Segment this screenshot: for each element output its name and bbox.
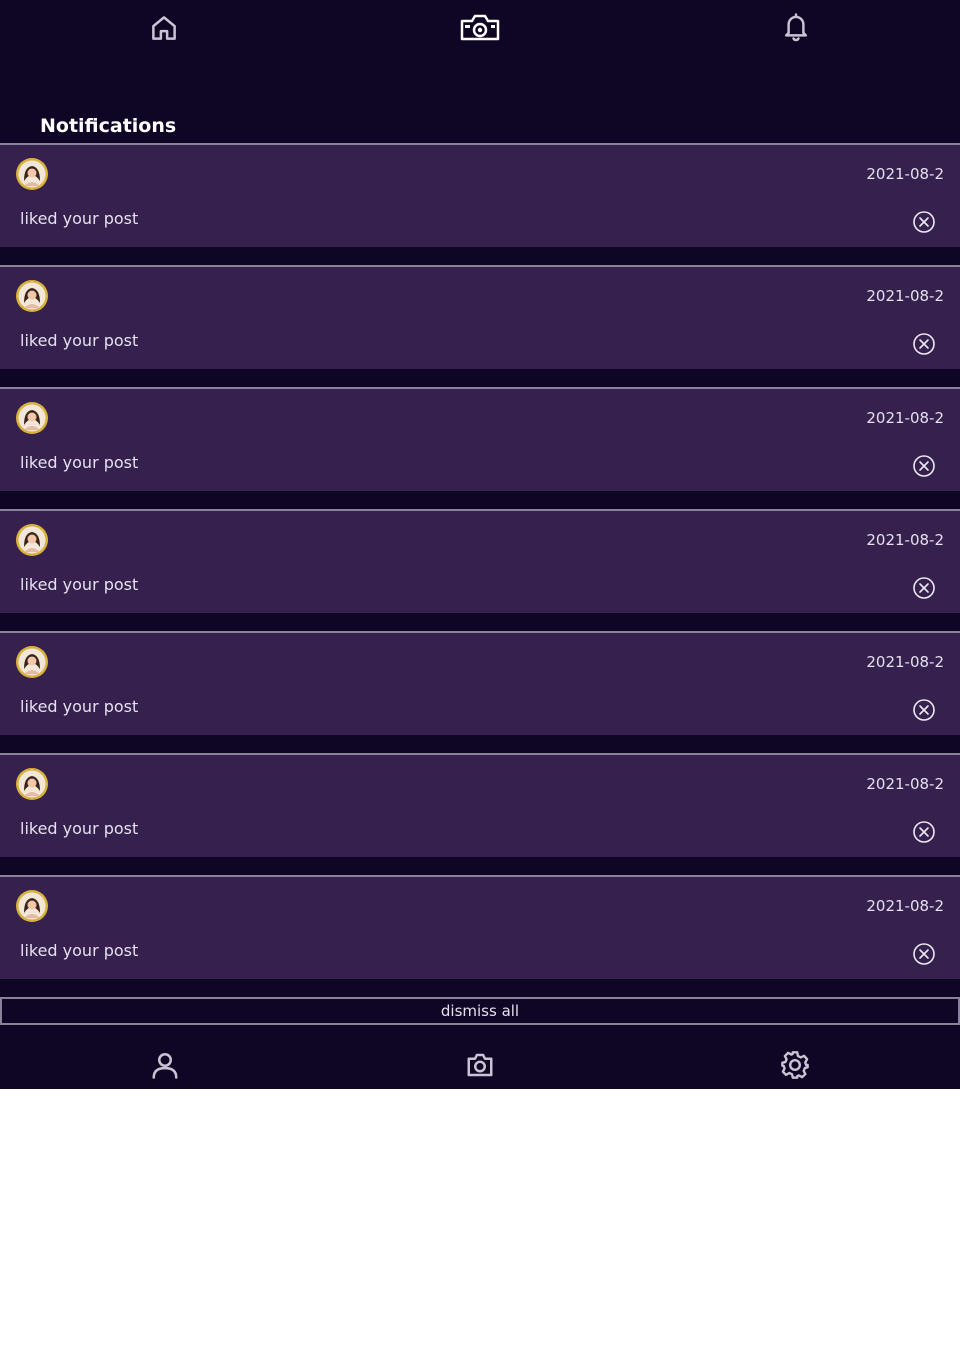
notification-card[interactable]: 2021-08-2 liked your post — [0, 143, 960, 247]
gear-icon[interactable] — [779, 1049, 811, 1081]
notification-text: liked your post — [20, 819, 139, 838]
page-title: Notifications — [40, 115, 177, 137]
close-icon[interactable] — [912, 698, 936, 722]
notification-text: liked your post — [20, 575, 139, 594]
camera-logo-icon[interactable] — [459, 14, 501, 42]
notification-date: 2021-08-2 — [866, 409, 944, 427]
notification-text: liked your post — [20, 941, 139, 960]
close-icon[interactable] — [912, 820, 936, 844]
notification-date: 2021-08-2 — [866, 287, 944, 305]
notification-date: 2021-08-2 — [866, 531, 944, 549]
notification-card[interactable]: 2021-08-2 liked your post — [0, 387, 960, 491]
user-icon[interactable] — [150, 1050, 180, 1080]
notification-text: liked your post — [20, 209, 139, 228]
close-icon[interactable] — [912, 210, 936, 234]
notification-text: liked your post — [20, 331, 139, 350]
notification-date: 2021-08-2 — [866, 165, 944, 183]
notification-card[interactable]: 2021-08-2 liked your post — [0, 753, 960, 857]
avatar[interactable] — [15, 523, 49, 557]
notification-date: 2021-08-2 — [866, 775, 944, 793]
notification-card[interactable]: 2021-08-2 liked your post — [0, 875, 960, 979]
notification-card[interactable]: 2021-08-2 liked your post — [0, 509, 960, 613]
close-icon[interactable] — [912, 332, 936, 356]
close-icon[interactable] — [912, 576, 936, 600]
notification-text: liked your post — [20, 697, 139, 716]
home-icon[interactable] — [149, 13, 179, 43]
avatar[interactable] — [15, 279, 49, 313]
camera-icon[interactable] — [465, 1050, 495, 1080]
dismiss-all-button[interactable]: dismiss all — [0, 997, 960, 1025]
app-root: Notifications 2021-08-2 liked your post — [0, 0, 960, 1089]
notification-date: 2021-08-2 — [866, 653, 944, 671]
close-icon[interactable] — [912, 454, 936, 478]
notification-card[interactable]: 2021-08-2 liked your post — [0, 265, 960, 369]
avatar[interactable] — [15, 645, 49, 679]
bottom-nav — [0, 1025, 960, 1089]
notification-card[interactable]: 2021-08-2 liked your post — [0, 631, 960, 735]
avatar[interactable] — [15, 401, 49, 435]
top-nav — [0, 0, 960, 60]
bell-icon[interactable] — [781, 12, 811, 44]
notification-date: 2021-08-2 — [866, 897, 944, 915]
close-icon[interactable] — [912, 942, 936, 966]
avatar[interactable] — [15, 157, 49, 191]
avatar[interactable] — [15, 889, 49, 923]
notification-text: liked your post — [20, 453, 139, 472]
avatar[interactable] — [15, 767, 49, 801]
